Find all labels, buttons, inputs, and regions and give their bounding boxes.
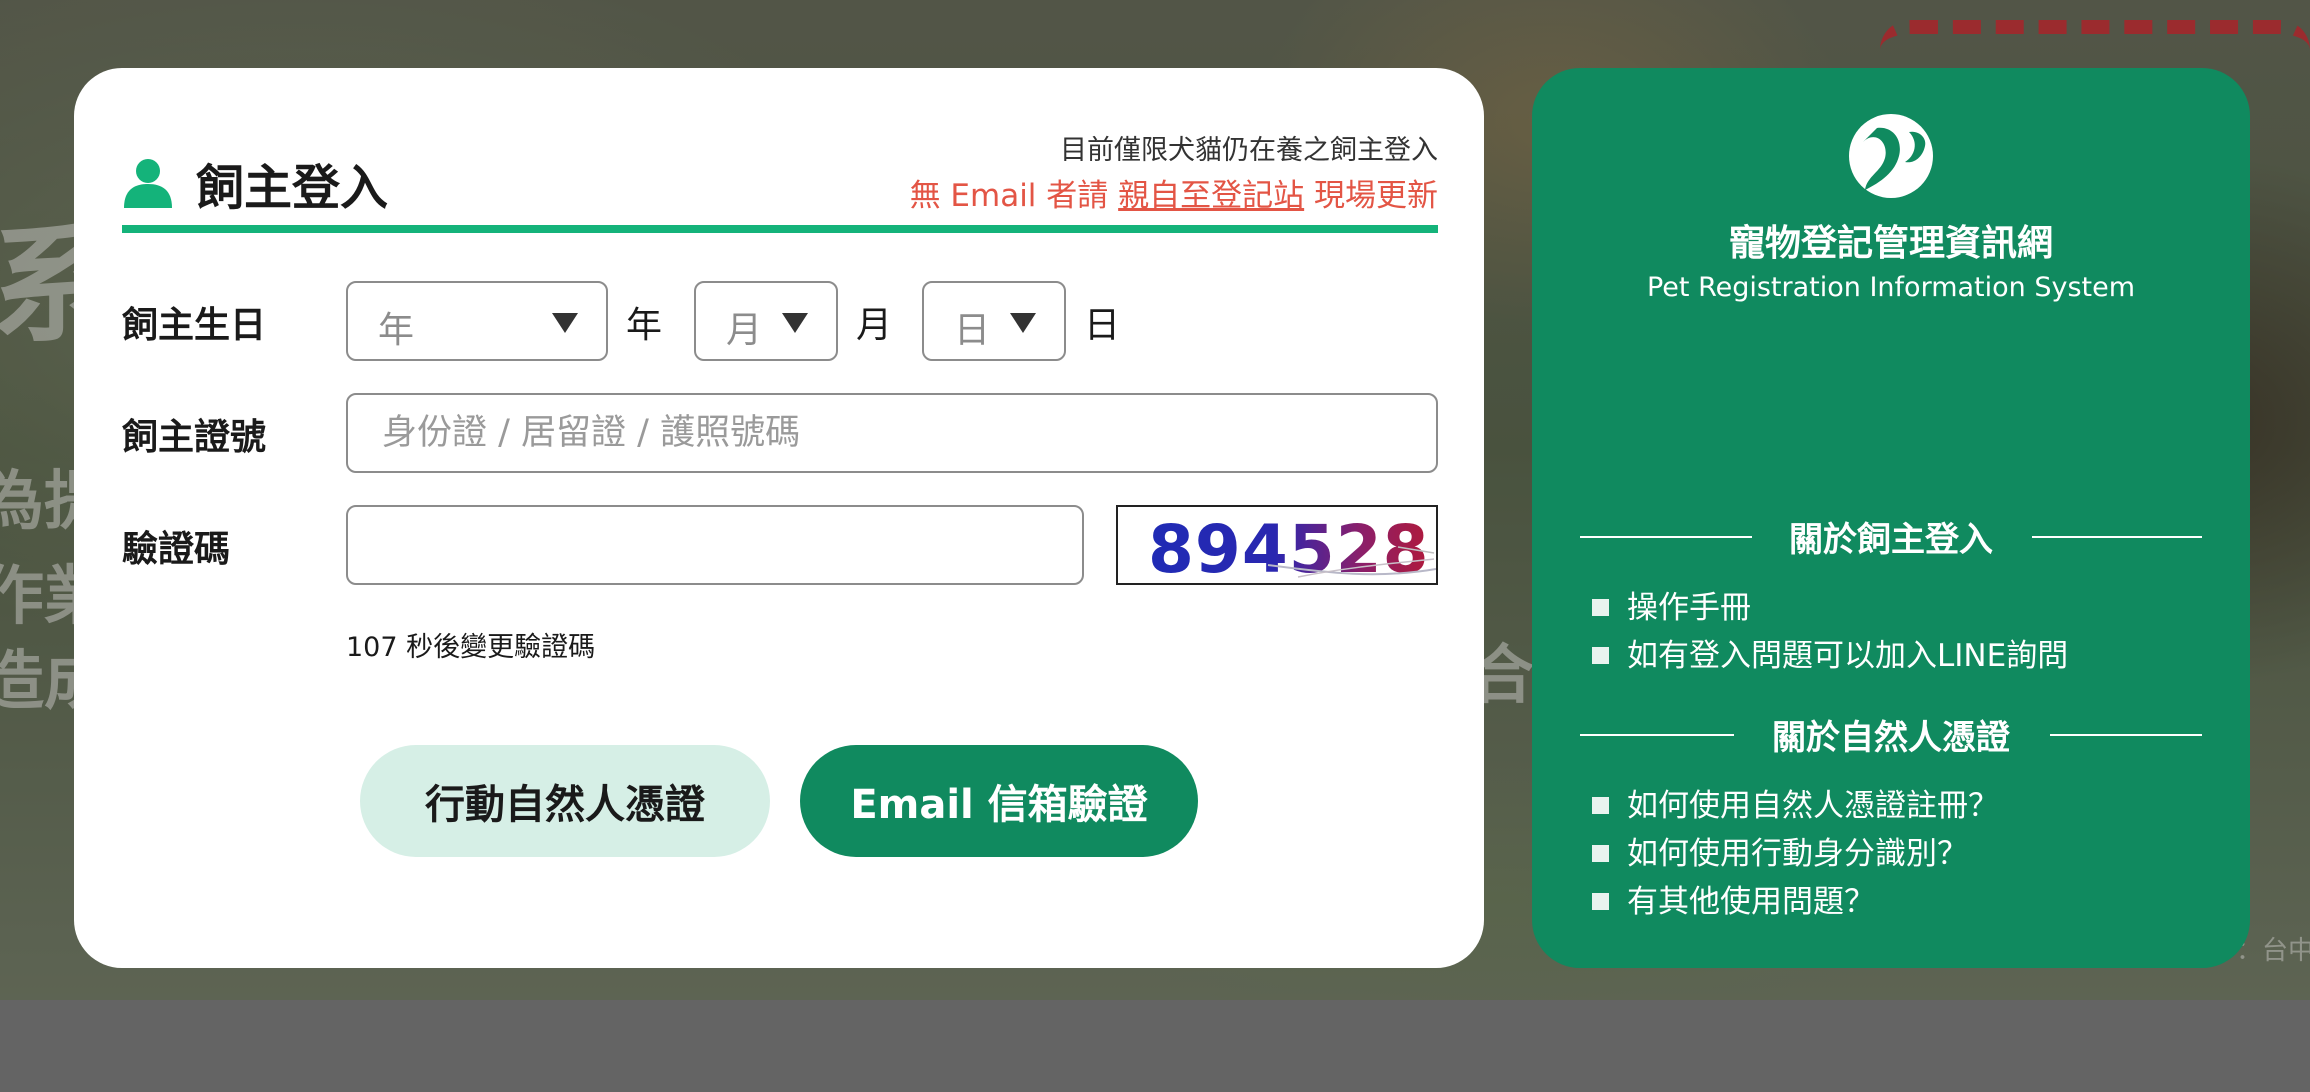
birth-month-select[interactable]: 月 — [694, 281, 838, 361]
section-divider-right — [2032, 536, 2202, 538]
bullet-square-icon — [1592, 599, 1609, 616]
year-unit: 年 — [626, 305, 663, 346]
section-owner-login: 關於飼主登入 — [1580, 512, 2202, 560]
system-name-english: Pet Registration Information System — [1646, 272, 2136, 303]
captcha-input[interactable] — [346, 505, 1084, 585]
info-link-label: 如有登入問題可以加入LINE詢問 — [1627, 638, 2069, 674]
birth-year-placeholder: 年 — [378, 310, 415, 351]
natural-person-certificate-button[interactable]: 行動自然人憑證 — [360, 745, 770, 857]
info-link-label: 如何使用行動身分識別？ — [1627, 836, 1968, 872]
info-link-label: 有其他使用問題？ — [1627, 884, 1875, 920]
registration-station-link[interactable]: 親自至登記站 — [1118, 178, 1304, 214]
email-verification-button[interactable]: Email 信箱驗證 — [800, 745, 1198, 857]
paw-logo-icon — [1849, 114, 1933, 198]
no-email-note-prefix: 無 Email 者請 — [909, 178, 1109, 214]
info-link-mobile-id[interactable]: 如何使用行動身分識別？ — [1592, 828, 1968, 873]
bullet-square-icon — [1592, 893, 1609, 910]
login-card: 飼主登入 目前僅限犬貓仍在養之飼主登入 無 Email 者請 親自至登記站 現場… — [74, 68, 1484, 968]
info-link-certificate-register[interactable]: 如何使用自然人憑證註冊？ — [1592, 780, 1999, 825]
info-link-line-help[interactable]: 如有登入問題可以加入LINE詢問 — [1592, 630, 2068, 675]
captcha-countdown: 107 秒後變更驗證碼 — [346, 632, 596, 663]
login-title: 飼主登入 — [196, 160, 389, 216]
bullet-square-icon — [1592, 647, 1609, 664]
birthday-label: 飼主生日 — [122, 305, 267, 346]
owner-id-input[interactable]: 身份證 / 居留證 / 護照號碼 — [346, 393, 1438, 473]
captcha-label: 驗證碼 — [122, 529, 231, 570]
owner-id-label: 飼主證號 — [122, 417, 267, 458]
header-divider — [122, 225, 1438, 233]
no-email-note: 無 Email 者請 親自至登記站 現場更新 — [910, 170, 1438, 215]
captcha-image[interactable]: 894528 — [1116, 505, 1438, 585]
chevron-down-icon — [782, 313, 808, 333]
login-restriction-note: 目前僅限犬貓仍在養之飼主登入 — [1060, 135, 1438, 166]
no-email-note-suffix: 現場更新 — [1314, 178, 1438, 214]
birth-month-placeholder: 月 — [726, 310, 763, 351]
birth-year-select[interactable]: 年 — [346, 281, 608, 361]
birth-day-select[interactable]: 日 — [922, 281, 1066, 361]
month-unit: 月 — [856, 305, 893, 346]
bullet-square-icon — [1592, 797, 1609, 814]
user-icon — [124, 159, 172, 208]
info-link-label: 操作手冊 — [1627, 590, 1751, 626]
captcha-noise — [1267, 546, 1436, 578]
info-link-manual[interactable]: 操作手冊 — [1592, 582, 1751, 627]
page: 系 為提 作業 造成 合 ：台中 飼主登入 目前僅限犬貓仍在養之飼主登入 無 E… — [0, 0, 2310, 1092]
info-panel: 寵物登記管理資訊網 Pet Registration Information S… — [1532, 68, 2250, 968]
chevron-down-icon — [552, 313, 578, 333]
system-name: 寵物登記管理資訊網 — [1728, 223, 2053, 264]
footer-bar — [0, 1000, 2310, 1092]
login-header: 飼主登入 目前僅限犬貓仍在養之飼主登入 無 Email 者請 親自至登記站 現場… — [122, 128, 1438, 224]
section-natural-person: 關於自然人憑證 — [1580, 710, 2202, 758]
info-link-other-questions[interactable]: 有其他使用問題？ — [1592, 876, 1875, 921]
info-link-label: 如何使用自然人憑證註冊？ — [1627, 788, 1999, 824]
day-unit: 日 — [1084, 305, 1121, 346]
section-divider-right — [2050, 734, 2202, 736]
bullet-square-icon — [1592, 845, 1609, 862]
birth-day-placeholder: 日 — [954, 310, 991, 351]
chevron-down-icon — [1010, 313, 1036, 333]
